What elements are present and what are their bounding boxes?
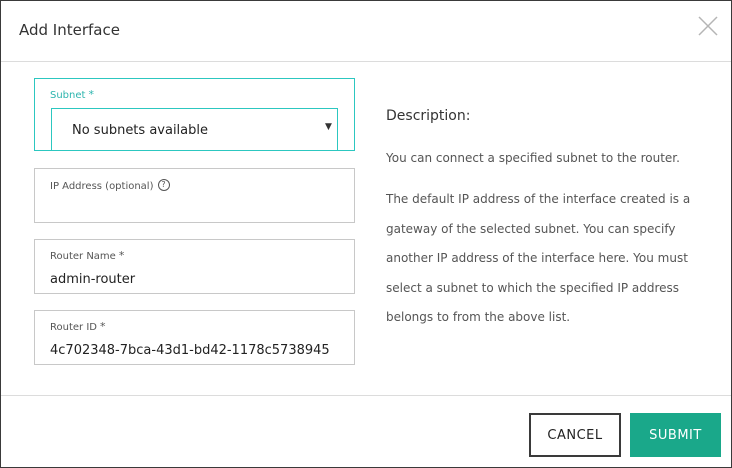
ip-address-field[interactable]: IP Address (optional)?	[34, 168, 355, 223]
subnet-select[interactable]: No subnets available ▼	[51, 108, 338, 151]
subnet-selected-value: No subnets available	[72, 123, 208, 138]
router-name-field: Router Name * admin-router	[34, 239, 355, 294]
ip-address-label: IP Address (optional)?	[50, 179, 170, 192]
cancel-button[interactable]: CANCEL	[529, 413, 621, 457]
ip-address-input[interactable]	[36, 199, 353, 221]
dialog-header: Add Interface	[1, 1, 731, 62]
required-mark: *	[99, 320, 106, 333]
router-id-label: Router ID *	[50, 320, 106, 333]
description-title: Description:	[386, 108, 471, 124]
router-id-field: Router ID * 4c702348-7bca-43d1-bd42-1178c…	[34, 310, 355, 365]
description-paragraph-1: You can connect a specified subnet to th…	[386, 151, 680, 165]
submit-button[interactable]: SUBMIT	[630, 413, 721, 457]
dialog-footer: CANCEL SUBMIT	[1, 395, 731, 467]
caret-down-icon: ▼	[325, 122, 332, 132]
add-interface-dialog: Add Interface Subnet * No subnets availab…	[0, 0, 732, 468]
help-icon[interactable]: ?	[157, 179, 170, 191]
router-id-value: 4c702348-7bca-43d1-bd42-1178c5738945	[50, 343, 330, 358]
required-mark: *	[118, 249, 125, 262]
subnet-label: Subnet *	[50, 88, 94, 101]
close-icon[interactable]	[697, 15, 719, 37]
router-name-label: Router Name *	[50, 249, 125, 262]
required-mark: *	[88, 88, 94, 101]
router-name-value: admin-router	[50, 272, 136, 287]
dialog-title: Add Interface	[19, 21, 120, 39]
description-paragraph-2: The default IP address of the interface …	[386, 192, 691, 324]
subnet-field: Subnet * No subnets available ▼	[34, 78, 355, 151]
